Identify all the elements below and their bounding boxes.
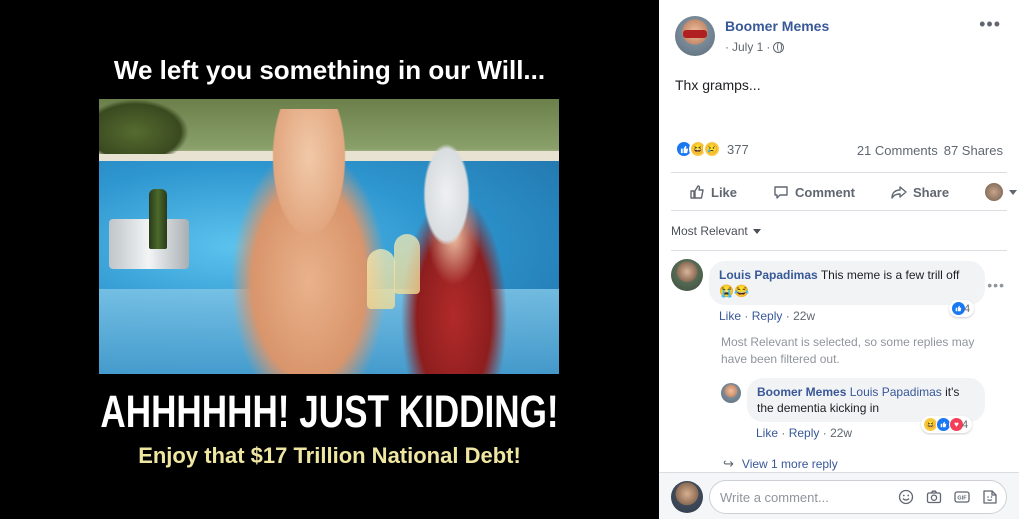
comment-bubble: Louis Papadimas This meme is a few trill…: [709, 261, 985, 305]
reply-timestamp[interactable]: 22w: [830, 426, 852, 440]
sad-reaction-icon: 😢: [703, 140, 721, 158]
comment-options-icon[interactable]: •••: [987, 277, 1005, 293]
chevron-down-icon: [1009, 189, 1018, 195]
sticker-icon[interactable]: [981, 489, 999, 505]
share-button[interactable]: Share: [873, 184, 967, 200]
meme-punchline: AHHHHHH! JUST KIDDING!: [100, 386, 559, 437]
comment-sort-dropdown[interactable]: Most Relevant: [671, 224, 761, 238]
post-image[interactable]: We left you something in our Will... AHH…: [0, 0, 659, 519]
more-options-icon[interactable]: •••: [979, 14, 1001, 35]
commenter-avatar[interactable]: [671, 259, 703, 291]
meta-separator: ·: [766, 40, 771, 54]
filter-note: Most Relevant is selected, so some repli…: [721, 335, 975, 366]
champagne-glass: [394, 234, 420, 294]
meta-separator: ·: [725, 40, 729, 54]
post-meta: · July 1 ·: [725, 40, 785, 54]
comment-emoji: 😭😂: [719, 284, 749, 298]
action-bar: Like Comment Share: [671, 176, 1018, 208]
thumbs-up-icon: [690, 185, 704, 199]
comment-timestamp[interactable]: 22w: [793, 309, 815, 323]
reply-mention-link[interactable]: Louis Papadimas: [850, 385, 942, 399]
reply-author-link[interactable]: Boomer Memes: [757, 385, 846, 399]
comment-composer: GIF: [659, 472, 1019, 519]
reply-arrow-icon: ↪: [723, 456, 734, 471]
share-arrow-icon: [891, 186, 907, 199]
view-more-label: View 1 more reply: [741, 457, 838, 471]
like-label: Like: [711, 184, 738, 200]
reply-actions: Like · Reply · 22w: [756, 426, 853, 440]
shares-count-link[interactable]: 87 Shares: [944, 143, 1003, 158]
reply-reactions[interactable]: 😆 ♥ 4: [921, 416, 973, 433]
page-name-link[interactable]: Boomer Memes: [725, 18, 829, 34]
svg-text:GIF: GIF: [957, 496, 967, 502]
comment-label: Comment: [795, 184, 855, 200]
reaction-summary[interactable]: 😆 😢 377: [675, 140, 749, 158]
composer-icons: GIF: [897, 489, 999, 505]
divider: [671, 210, 1007, 211]
post-date[interactable]: July 1: [732, 40, 763, 54]
engagement-counts: 21 Comments 87 Shares: [857, 143, 1003, 158]
comment-author-link[interactable]: Louis Papadimas: [719, 268, 818, 282]
reply-reply-link[interactable]: Reply: [789, 426, 820, 440]
reply-author-avatar[interactable]: [721, 383, 741, 403]
divider: [671, 172, 1007, 173]
comment-like-link[interactable]: Like: [719, 309, 741, 323]
user-avatar: [985, 183, 1004, 201]
gif-icon[interactable]: GIF: [953, 489, 971, 505]
comment-text: This meme is a few trill off: [820, 268, 960, 282]
page-avatar[interactable]: [675, 16, 715, 56]
comment-reply-link[interactable]: Reply: [752, 309, 783, 323]
sort-label: Most Relevant: [671, 224, 748, 238]
meme-top-caption: We left you something in our Will...: [113, 55, 546, 85]
react-as-selector[interactable]: [967, 183, 1019, 201]
champagne-glass: [367, 249, 395, 309]
comment-reaction-count: 4: [964, 302, 971, 315]
reaction-count: 377: [727, 141, 749, 157]
reply-like-link[interactable]: Like: [756, 426, 778, 440]
view-more-replies-link[interactable]: ↪ View 1 more reply: [723, 456, 838, 472]
post-text: Thx gramps...: [675, 77, 761, 93]
share-label: Share: [912, 184, 950, 200]
chevron-down-icon: [752, 228, 761, 234]
comment-icon: [774, 186, 788, 199]
like-button[interactable]: Like: [671, 184, 755, 200]
divider: [671, 250, 1007, 251]
comment-reactions[interactable]: 4: [949, 300, 975, 317]
comments-count-link[interactable]: 21 Comments: [857, 143, 938, 158]
globe-icon[interactable]: [773, 41, 785, 53]
meme-photo: [99, 99, 559, 374]
my-avatar[interactable]: [671, 481, 703, 513]
champagne-bottle: [149, 189, 167, 249]
comment-button[interactable]: Comment: [755, 184, 873, 200]
reply-reaction-count: 4: [962, 418, 969, 431]
emoji-icon[interactable]: [897, 489, 915, 505]
meme-bottom-caption: Enjoy that $17 Trillion National Debt!: [138, 443, 521, 468]
camera-icon[interactable]: [925, 489, 943, 505]
post-panel: Boomer Memes · July 1 · ••• Thx gramps..…: [659, 0, 1019, 519]
comment-actions: Like · Reply · 22w: [719, 309, 816, 323]
